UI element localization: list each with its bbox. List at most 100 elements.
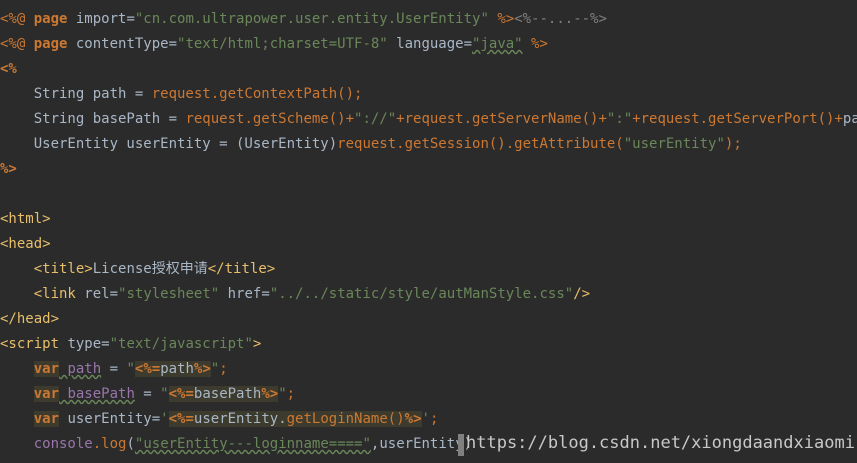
semicolon: ; — [429, 411, 439, 427]
code-editor[interactable]: <%@ page import="cn.com.ultrapower.user.… — [0, 0, 857, 463]
html-tag: <html> — [0, 211, 51, 227]
code-line-4: String path = request.getContextPath(); — [0, 82, 857, 107]
quote: ' — [421, 411, 430, 427]
path-suffix: path; — [842, 111, 857, 127]
quote: ' — [160, 411, 169, 427]
expression-open: <%= — [168, 386, 194, 402]
separator-string: "://" — [354, 111, 397, 127]
title-close-tag: </title> — [207, 261, 276, 277]
code-line-6: UserEntity userEntity = (UserEntity)requ… — [0, 132, 857, 157]
quote: " — [160, 386, 169, 402]
scheme-call: request.getScheme()+ — [185, 111, 355, 127]
language-value: "java" — [472, 36, 523, 52]
script-tag-close: > — [252, 336, 262, 352]
var-keyword: var — [33, 386, 60, 402]
import-attr: import= — [67, 11, 135, 27]
code-line-9: <html> — [0, 207, 857, 232]
code-line-7: %> — [0, 157, 857, 182]
title-open-tag: <title> — [33, 261, 93, 277]
assign: = — [134, 386, 161, 402]
path-variable: path — [59, 361, 102, 377]
expression-open: <%= — [168, 411, 194, 427]
code-line-15: var path = "<%=path%>"; — [0, 357, 857, 382]
code-line-2: <%@ page contentType="text/html;charset=… — [0, 32, 857, 57]
log-arguments: ,userEntity) — [370, 436, 473, 452]
watermark: https://blog.csdn.net/xiongdaandxiaomi — [466, 433, 855, 453]
call-close: ); — [724, 136, 742, 152]
code-line-5: String basePath = request.getScheme()+":… — [0, 107, 857, 132]
expression-body: basePath — [193, 386, 262, 402]
folded-comment[interactable]: <%--...--%> — [514, 11, 607, 27]
href-value: "../../static/style/autManStyle.css" — [269, 286, 574, 302]
code-line-16: var basePath = "<%=basePath%>"; — [0, 382, 857, 407]
content-type-value: "text/html;charset=UTF-8" — [177, 36, 388, 52]
expression-open: <%= — [134, 361, 161, 377]
semicolon: ; — [219, 361, 228, 377]
context-path-call: request.getContextPath(); — [151, 86, 363, 102]
rel-value: "stylesheet" — [118, 286, 220, 302]
rel-attr: rel= — [75, 286, 119, 302]
code-line-3: <% — [0, 57, 857, 82]
code-line-12: <link rel="stylesheet" href="../../stati… — [0, 282, 857, 307]
head-close-tag: </head> — [0, 311, 60, 327]
code-line-10: <head> — [0, 232, 857, 257]
get-login-name-call: getLoginName() — [286, 411, 405, 427]
text-cursor — [458, 434, 464, 456]
server-name-call: +request.getServerName()+ — [396, 111, 607, 127]
var-keyword: var — [33, 411, 60, 427]
server-port-call: +request.getServerPort()+ — [632, 111, 843, 127]
code-line-13: </head> — [0, 307, 857, 332]
assign: = — [101, 361, 127, 377]
link-close: /> — [573, 286, 591, 302]
expression-close: %> — [404, 411, 422, 427]
quote: " — [126, 361, 135, 377]
expression-close: %> — [193, 361, 211, 377]
script-open-tag: <script — [0, 336, 60, 352]
colon-string: ":" — [606, 111, 633, 127]
code-line-1: <%@ page import="cn.com.ultrapower.user.… — [0, 7, 857, 32]
scriptlet-open: <% — [0, 61, 17, 77]
expression-body: path — [160, 361, 194, 377]
link-tag: <link — [33, 286, 76, 302]
language-attr: language= — [387, 36, 473, 52]
page-keyword: page — [33, 36, 68, 52]
expression-body: userEntity. — [193, 411, 287, 427]
import-value: "cn.com.ultrapower.user.entity.UserEntit… — [134, 11, 489, 27]
quote: " — [278, 386, 287, 402]
code-line-11: <title>License授权申请</title> — [0, 257, 857, 282]
log-message-string: "userEntity---loginname====" — [134, 436, 371, 452]
title-text: License授权申请 — [92, 261, 208, 277]
expression-close: %> — [261, 386, 279, 402]
var-keyword: var — [33, 361, 60, 377]
semicolon: ; — [286, 386, 296, 402]
console-object: console — [33, 436, 93, 452]
dot: . — [92, 436, 102, 452]
log-function: log — [101, 436, 127, 452]
get-attribute-call: request.getSession().getAttribute( — [337, 136, 624, 152]
user-entity-variable: userEntity= — [59, 411, 161, 427]
type-value: "text/javascript" — [109, 336, 253, 352]
jsp-open: <%@ — [0, 11, 34, 27]
quote: " — [210, 361, 220, 377]
jsp-close: %> — [488, 11, 515, 27]
type-attr: type= — [59, 336, 110, 352]
path-declaration: String path = — [0, 86, 152, 102]
user-entity-declaration: UserEntity userEntity = (UserEntity) — [0, 136, 338, 152]
paren-open: ( — [126, 436, 135, 452]
page-keyword: page — [33, 11, 68, 27]
jsp-close: %> — [522, 36, 548, 52]
attribute-name-string: "userEntity" — [623, 136, 725, 152]
head-open-tag: <head> — [0, 236, 51, 252]
basepath-variable: basePath — [59, 386, 135, 402]
content-type-attr: contentType= — [67, 36, 178, 52]
href-attr: href= — [219, 286, 270, 302]
code-line-14: <script type="text/javascript"> — [0, 332, 857, 357]
scriptlet-close: %> — [0, 161, 17, 177]
